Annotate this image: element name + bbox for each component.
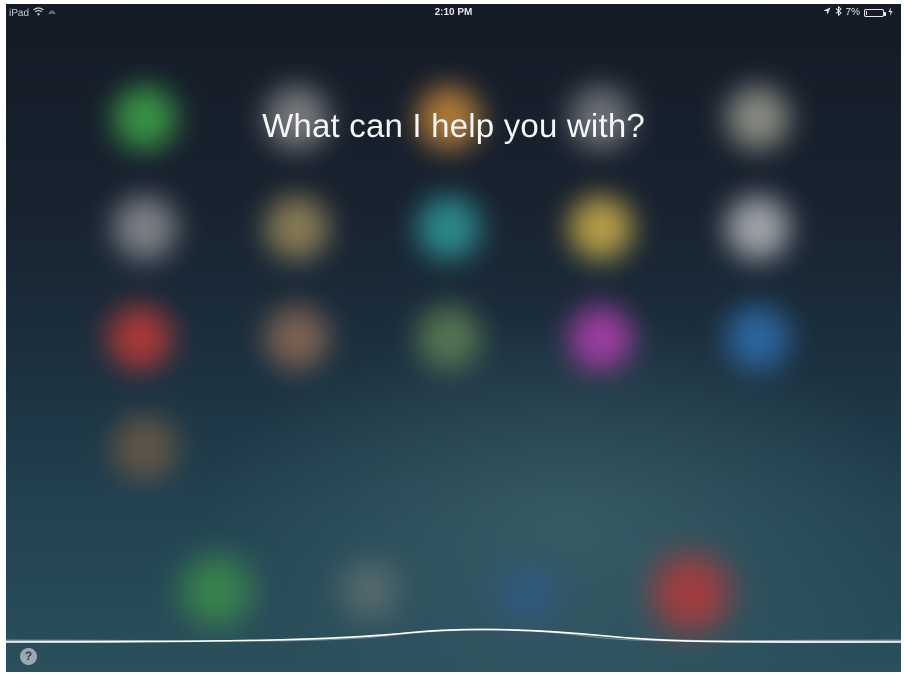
question-mark-icon: ?	[24, 649, 33, 663]
battery-level-fill	[866, 10, 867, 15]
waveform-line	[6, 629, 901, 642]
blurred-app-icon	[726, 196, 790, 260]
blurred-app-icon	[417, 196, 481, 260]
blurred-app-icon	[726, 306, 790, 370]
blurred-app-icon	[569, 306, 633, 370]
blurred-app-icon	[113, 416, 177, 480]
blurred-app-icon	[108, 306, 172, 370]
status-bar: iPad 2:10 PM 7%	[6, 4, 901, 22]
status-bar-right: 7%	[823, 5, 893, 19]
siri-screen: iPad 2:10 PM 7% What can I help you with…	[6, 4, 901, 672]
battery-icon	[864, 8, 886, 17]
blurred-app-icon	[569, 196, 633, 260]
blurred-app-icon	[417, 306, 481, 370]
siri-waveform[interactable]	[6, 614, 901, 654]
location-arrow-icon	[823, 7, 831, 18]
blurred-app-icon	[113, 196, 177, 260]
help-button[interactable]: ?	[20, 648, 37, 665]
blurred-app-icon	[265, 196, 329, 260]
bluetooth-icon	[835, 5, 842, 19]
charging-icon	[888, 6, 893, 19]
status-time: 2:10 PM	[434, 7, 473, 18]
battery-percent: 7%	[845, 7, 860, 18]
blurred-app-icon	[265, 306, 329, 370]
blurred-dock-icon	[342, 562, 398, 618]
battery-tip	[884, 11, 886, 16]
siri-prompt: What can I help you with?	[262, 107, 645, 144]
